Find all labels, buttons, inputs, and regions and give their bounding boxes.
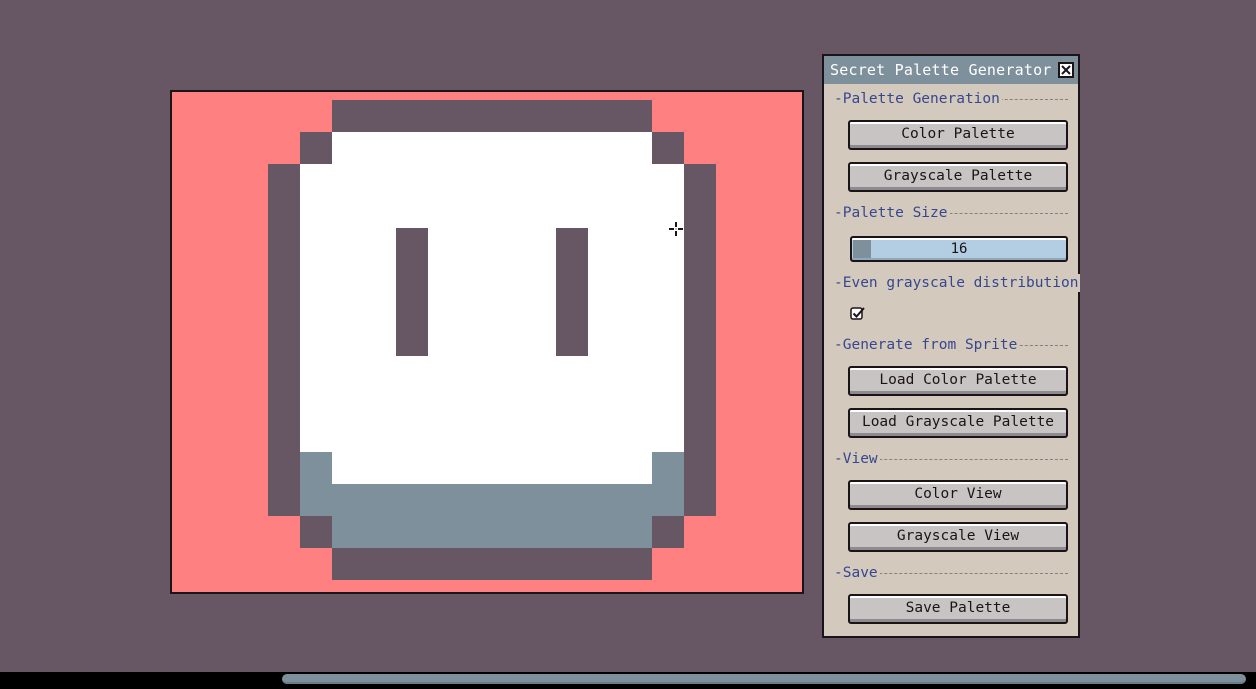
sprite-outline-top [332, 100, 652, 132]
window-title: Secret Palette Generator [830, 61, 1052, 79]
sprite-outline-left [268, 164, 300, 516]
section-save: -Save [834, 564, 1068, 582]
sprite-shade-bottom [332, 484, 652, 548]
sprite-outline-right [684, 164, 716, 516]
sprite-canvas[interactable] [170, 90, 804, 594]
sprite-face-fill [300, 164, 684, 452]
section-palette-size: -Palette Size [834, 204, 1068, 222]
section-palette-generation: -Palette Generation [834, 90, 1068, 108]
section-label: -Even grayscale distribution [834, 274, 1081, 292]
section-label: -Save [834, 564, 880, 582]
load-color-palette-button[interactable]: Load Color Palette [848, 366, 1068, 396]
section-label: -Palette Generation [834, 90, 1002, 108]
sprite-eye-left [396, 228, 428, 356]
sprite-face-fill-lower [332, 452, 652, 484]
color-view-button[interactable]: Color View [848, 480, 1068, 510]
close-button[interactable] [1058, 62, 1074, 78]
section-even-grayscale: -Even grayscale distribution [834, 274, 1081, 292]
slider-value: 16 [950, 241, 968, 257]
load-grayscale-palette-button[interactable]: Load Grayscale Palette [848, 408, 1068, 438]
section-generate-from-sprite: -Generate from Sprite [834, 336, 1068, 354]
sprite-outline-bottom [332, 548, 652, 580]
sprite-outline-bottom-right-corner [652, 516, 684, 548]
sprite-outline-bottom-left-corner [300, 516, 332, 548]
sprite-face-fill-top [332, 132, 652, 164]
title-bar[interactable]: Secret Palette Generator [824, 56, 1078, 84]
close-x-icon [1061, 65, 1071, 75]
save-palette-button[interactable]: Save Palette [848, 594, 1068, 624]
section-label: -View [834, 450, 880, 468]
grayscale-view-button[interactable]: Grayscale View [848, 522, 1068, 552]
sprite-outline-top-left-corner [300, 132, 332, 164]
sprite-shade-right [652, 452, 684, 516]
section-label: -Generate from Sprite [834, 336, 1020, 354]
horizontal-scrollbar[interactable] [0, 672, 1256, 689]
section-label: -Palette Size [834, 204, 950, 222]
grayscale-palette-button[interactable]: Grayscale Palette [848, 162, 1068, 192]
scrollbar-thumb[interactable] [282, 674, 1246, 684]
color-palette-button[interactable]: Color Palette [848, 120, 1068, 150]
section-view: -View [834, 450, 1068, 468]
palette-size-slider[interactable]: 16 [850, 236, 1068, 262]
sprite-shade-left [300, 452, 332, 516]
even-distribution-checkbox-icon[interactable] [850, 305, 866, 321]
sprite-face [170, 90, 804, 594]
sprite-eye-right [556, 228, 588, 356]
palette-generator-window: Secret Palette Generator -Palette Genera… [822, 54, 1081, 638]
sprite-outline-top-right-corner [652, 132, 684, 164]
